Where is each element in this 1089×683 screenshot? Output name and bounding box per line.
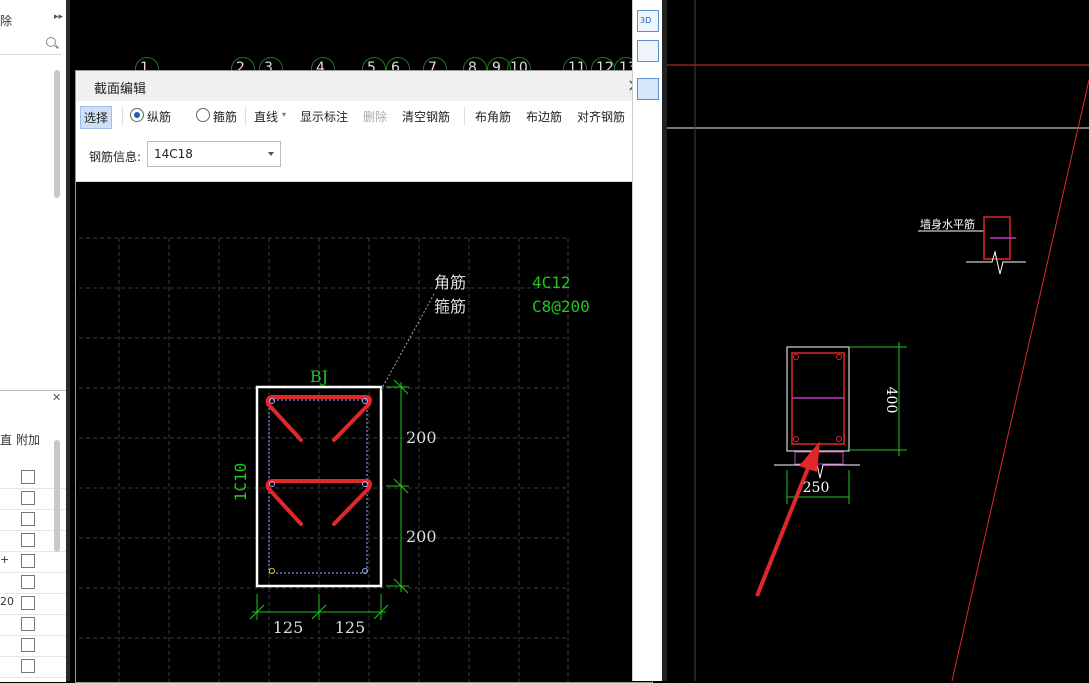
stirrup-dashed	[268, 399, 368, 574]
section-label: BJ	[310, 367, 328, 386]
rebar-dot	[793, 436, 799, 442]
delete-button[interactable]: 删除	[363, 108, 387, 125]
stirrup-value: C8@200	[532, 297, 590, 316]
align-rebar-button[interactable]: 对齐钢筋	[577, 108, 625, 125]
stirrup-label: 箍筋	[434, 297, 466, 316]
left-panel-header: 除 ▸▸	[0, 8, 66, 30]
show-dims-button[interactable]: 显示标注	[300, 108, 348, 125]
property-col-value: 直	[0, 433, 13, 447]
side-rebar-label: 1C10	[231, 463, 250, 502]
left-panel: 除 ▸▸ ✕ 直 附加 + 20	[0, 0, 67, 682]
leader-line	[380, 293, 435, 391]
rebar-info-select[interactable]: 14C18	[147, 141, 281, 167]
break-line	[966, 250, 1026, 275]
wall-rebar-label: 墙身水平筋	[920, 217, 975, 231]
stirrup-radio[interactable]	[196, 108, 210, 122]
dim-horizontal-left: 125	[273, 618, 304, 637]
right-cad-view[interactable]: 墙身水平筋 400 250	[662, 0, 1089, 681]
corner-value: 4C12	[532, 273, 571, 292]
property-scrollbar[interactable]	[54, 440, 60, 552]
left-panel-search[interactable]	[0, 34, 62, 55]
corner-rebar-button[interactable]: 布角筋	[475, 108, 511, 125]
rebar-dot	[836, 354, 842, 360]
extra-checkbox[interactable]	[21, 533, 35, 547]
arrow-shaft	[755, 457, 814, 597]
dimension-lines	[249, 379, 409, 620]
dialog-title: 截面编辑	[94, 82, 147, 97]
boundary-line	[951, 79, 1089, 681]
line-dropdown[interactable]: 直线	[254, 108, 278, 125]
right-drawing[interactable]: 墙身水平筋 400 250	[662, 0, 1089, 681]
property-col-extra: 附加	[16, 433, 41, 447]
extra-checkbox[interactable]	[21, 638, 35, 652]
view-toolbar: 3D	[632, 0, 663, 681]
extra-checkbox[interactable]	[21, 554, 35, 568]
dim-height: 400	[883, 387, 899, 414]
toolbar-divider	[122, 107, 123, 125]
select-button[interactable]: 选择	[80, 106, 113, 129]
close-icon[interactable]: ✕	[52, 391, 61, 404]
dim-width: 250	[803, 480, 830, 496]
view-splitter[interactable]	[662, 0, 667, 681]
cube-icon[interactable]	[637, 78, 659, 100]
dialog-toolbar: 选择 纵筋 箍筋 直线 ▾ 显示标注 删除 清空钢筋 布角筋 布边筋 对齐钢筋	[76, 101, 652, 132]
extra-checkbox[interactable]	[21, 575, 35, 589]
property-row: +	[0, 551, 66, 573]
dim-vertical-bottom: 200	[406, 527, 437, 546]
rebar-info-value: 14C18	[154, 147, 193, 161]
toolbar-divider	[245, 107, 246, 125]
longitudinal-radio[interactable]	[130, 108, 144, 122]
extra-checkbox[interactable]	[21, 596, 35, 610]
search-icon[interactable]	[46, 37, 56, 47]
cube-icon[interactable]	[637, 40, 659, 62]
left-panel-scrollbar[interactable]	[54, 70, 60, 198]
double-chevron-right-icon[interactable]: ▸▸	[54, 12, 63, 22]
dim-horizontal-right: 125	[335, 618, 366, 637]
section-drawing[interactable]: BJ 角筋 箍筋 4C12 C8@200 1C10 200 200 125 12…	[76, 182, 652, 682]
arrow-head	[799, 441, 820, 472]
extra-checkbox[interactable]	[21, 617, 35, 631]
left-panel-title: 除	[0, 14, 13, 28]
edge-rebar-button[interactable]: 布边筋	[526, 108, 562, 125]
chevron-down-icon[interactable]	[268, 152, 274, 156]
extra-checkbox[interactable]	[21, 512, 35, 526]
rebar-dot	[836, 436, 842, 442]
longitudinal-label[interactable]: 纵筋	[147, 108, 171, 125]
column-outline	[786, 346, 850, 452]
rebar-info-bar: 钢筋信息: 14C18	[76, 131, 652, 182]
extra-checkbox[interactable]	[21, 470, 35, 484]
property-row	[0, 635, 66, 657]
3d-view-icon[interactable]: 3D	[637, 10, 659, 32]
rebar-dot	[793, 354, 799, 360]
chevron-down-icon[interactable]: ▾	[282, 110, 286, 119]
stirrup-label[interactable]: 箍筋	[213, 108, 237, 125]
property-row	[0, 614, 66, 636]
toolbar-divider	[464, 107, 465, 125]
property-row	[0, 572, 66, 594]
property-row	[0, 656, 66, 678]
rebar-info-label: 钢筋信息:	[89, 150, 142, 164]
clear-rebar-button[interactable]: 清空钢筋	[402, 108, 450, 125]
dialog-title-bar[interactable]: 截面编辑 ×	[76, 71, 652, 102]
dim-vertical-top: 200	[406, 428, 437, 447]
extra-checkbox[interactable]	[21, 659, 35, 673]
property-row: 20	[0, 593, 66, 615]
grid-lines	[79, 237, 569, 682]
extra-checkbox[interactable]	[21, 491, 35, 505]
section-canvas[interactable]: BJ 角筋 箍筋 4C12 C8@200 1C10 200 200 125 12…	[76, 182, 652, 682]
corner-label: 角筋	[434, 273, 466, 292]
section-edit-dialog: 截面编辑 × 选择 纵筋 箍筋 直线 ▾ 显示标注 删除 清空钢筋 布角筋 布边…	[75, 70, 653, 683]
